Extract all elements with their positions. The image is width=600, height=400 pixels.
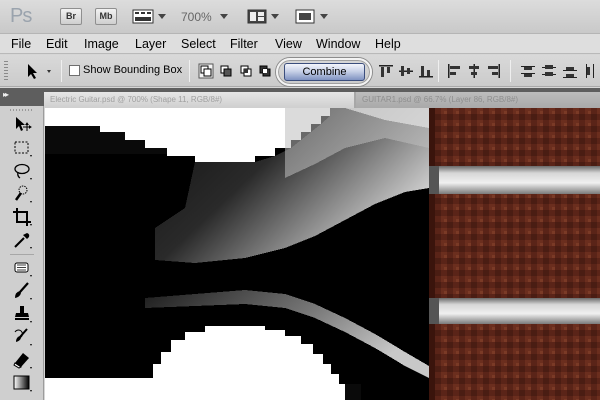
lasso-tool-icon	[14, 163, 32, 180]
chevron-down-icon[interactable]	[271, 14, 279, 19]
tab-electric-guitar[interactable]: Electric Guitar.psd @ 700% (Shape 11, RG…	[44, 92, 354, 108]
menu-filter[interactable]: Filter	[230, 37, 258, 51]
align-right-edges-icon[interactable]	[486, 63, 502, 79]
brush-tool[interactable]	[11, 280, 33, 302]
tools-panel	[0, 106, 44, 400]
align-horizontal-centers-icon[interactable]	[466, 63, 482, 79]
gradient-tool[interactable]	[11, 372, 33, 394]
marquee-tool-icon	[14, 141, 32, 157]
clone-stamp-tool[interactable]	[11, 303, 33, 325]
history-brush-tool[interactable]	[11, 326, 33, 348]
combine-button[interactable]: Combine	[284, 63, 365, 81]
align-bottom-edges-icon[interactable]	[418, 63, 434, 79]
move-tool[interactable]	[11, 114, 33, 136]
collapse-panels-icon[interactable]: ▸▸	[3, 90, 9, 99]
distribute-bottom-edges-icon[interactable]	[562, 63, 578, 79]
move-tool-icon	[16, 117, 32, 131]
crop-tool[interactable]	[11, 206, 33, 228]
canvas-artwork	[45, 108, 600, 400]
marquee-tool[interactable]	[11, 137, 33, 159]
distribute-top-edges-icon[interactable]	[520, 63, 536, 79]
intersect-shape-areas-icon[interactable]	[238, 63, 254, 79]
lasso-tool[interactable]	[11, 160, 33, 182]
menu-layer[interactable]: Layer	[135, 37, 166, 51]
tools-panel-grip[interactable]	[10, 109, 34, 111]
application-bar: Ps Br Mb 700%	[0, 0, 600, 34]
show-bounding-box-label: Show Bounding Box	[83, 64, 183, 76]
gradient-tool-icon	[13, 375, 32, 392]
subtract-from-shape-area-icon[interactable]	[218, 63, 234, 79]
options-bar: Show Bounding Box Combine	[0, 55, 600, 87]
chevron-down-icon[interactable]	[220, 14, 228, 19]
quick-select-tool[interactable]	[11, 183, 33, 205]
tools-divider	[10, 254, 34, 255]
history-brush-tool-icon	[14, 328, 32, 346]
chevron-down-icon[interactable]	[158, 14, 166, 19]
distribute-vertical-centers-icon[interactable]	[541, 63, 557, 79]
crop-tool-icon	[13, 208, 32, 226]
brush-tool-icon	[15, 282, 32, 300]
quick-select-tool-icon	[14, 185, 32, 203]
menu-view[interactable]: View	[275, 37, 302, 51]
align-top-edges-icon[interactable]	[378, 63, 394, 79]
healing-brush-tool-icon	[14, 262, 32, 277]
show-bounding-box-checkbox[interactable]	[69, 65, 80, 76]
document-canvas[interactable]	[45, 108, 600, 400]
menu-help[interactable]: Help	[375, 37, 401, 51]
zoom-level[interactable]: 700%	[181, 10, 212, 24]
clone-stamp-tool-icon	[15, 306, 32, 323]
menu-edit[interactable]: Edit	[46, 37, 68, 51]
eraser-tool[interactable]	[11, 349, 33, 371]
separator	[61, 60, 62, 82]
photoshop-logo: Ps	[10, 5, 32, 27]
eyedropper-tool[interactable]	[11, 229, 33, 251]
healing-brush-tool[interactable]	[11, 257, 33, 279]
eraser-tool-icon	[13, 353, 32, 369]
menu-select[interactable]: Select	[181, 37, 216, 51]
menu-window[interactable]: Window	[316, 37, 360, 51]
exclude-overlapping-shape-areas-icon[interactable]	[257, 63, 273, 79]
menu-bar: File Edit Image Layer Select Filter View…	[0, 34, 600, 54]
view-extras-icon[interactable]	[131, 8, 155, 25]
screen-mode-icon[interactable]	[294, 8, 316, 25]
options-bar-grip[interactable]	[4, 61, 8, 81]
menu-file[interactable]: File	[11, 37, 31, 51]
separator	[510, 60, 511, 82]
launch-bridge-button[interactable]: Br	[60, 8, 82, 25]
add-to-shape-area-icon[interactable]	[198, 63, 214, 79]
arrange-documents-icon[interactable]	[246, 8, 268, 25]
menu-image[interactable]: Image	[84, 37, 119, 51]
align-left-edges-icon[interactable]	[446, 63, 462, 79]
document-tabs: Electric Guitar.psd @ 700% (Shape 11, RG…	[44, 92, 600, 108]
tab-guitar1[interactable]: GUITAR1.psd @ 66.7% (Layer 86, RGB/8#)	[356, 92, 600, 108]
distribute-left-edges-icon[interactable]	[583, 63, 599, 79]
separator	[438, 60, 439, 82]
eyedropper-tool-icon	[14, 233, 32, 249]
launch-mini-bridge-button[interactable]: Mb	[95, 8, 117, 25]
separator	[189, 60, 190, 82]
align-vertical-centers-icon[interactable]	[398, 63, 414, 79]
chevron-down-icon[interactable]	[320, 14, 328, 19]
path-selection-tool-preset-icon[interactable]	[20, 61, 60, 81]
